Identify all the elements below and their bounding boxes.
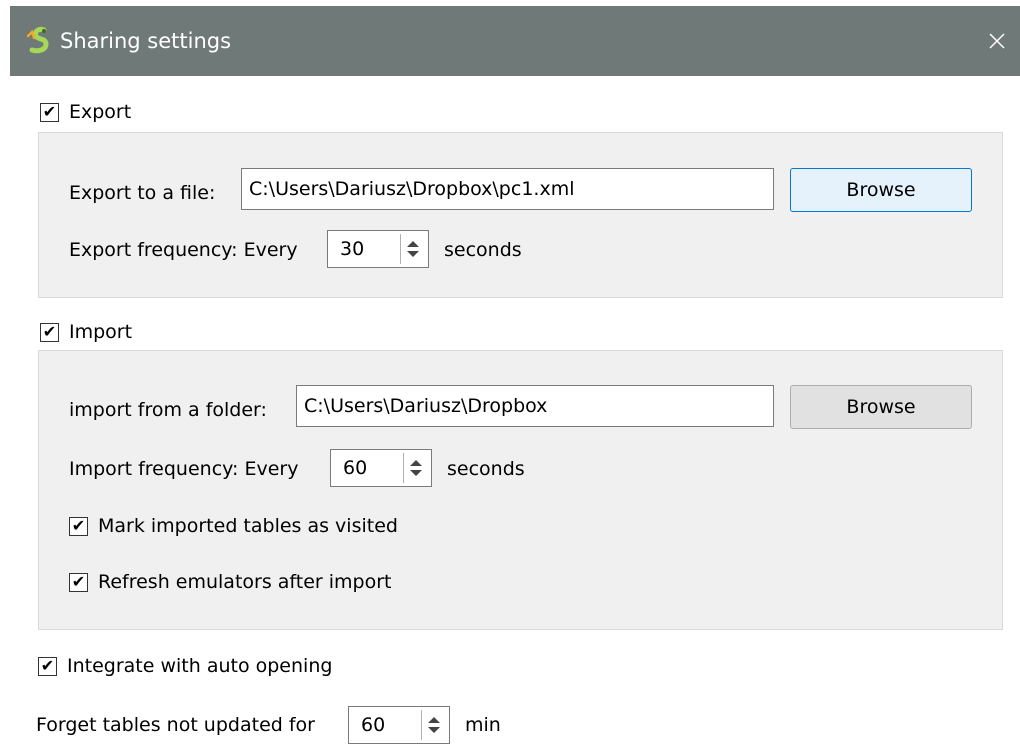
import-frequency-label: Import frequency: Every bbox=[69, 458, 299, 480]
forget-tables-label: Forget tables not updated for bbox=[36, 714, 315, 736]
spin-arrows-icon[interactable] bbox=[425, 715, 443, 735]
export-checkbox[interactable]: ✔ Export bbox=[40, 101, 131, 123]
import-folder-label: import from a folder: bbox=[69, 399, 267, 421]
import-frequency-spinbox[interactable]: 60 bbox=[330, 449, 432, 487]
import-group: import from a folder: C:\Users\Dariusz\D… bbox=[38, 350, 1003, 630]
export-frequency-label: Export frequency: Every bbox=[69, 239, 298, 261]
refresh-emulators-checkbox[interactable]: ✔ Refresh emulators after import bbox=[69, 571, 392, 593]
auto-opening-label: Integrate with auto opening bbox=[67, 655, 333, 677]
auto-opening-checkbox[interactable]: ✔ Integrate with auto opening bbox=[38, 655, 332, 677]
import-folder-input[interactable]: C:\Users\Dariusz\Dropbox bbox=[296, 385, 774, 427]
close-icon bbox=[989, 33, 1005, 49]
sharing-settings-dialog: Sharing settings ✔ Export Export to a fi… bbox=[10, 6, 1020, 752]
export-file-label: Export to a file: bbox=[69, 182, 216, 204]
import-frequency-unit: seconds bbox=[447, 458, 525, 480]
spin-arrows-icon[interactable] bbox=[407, 458, 425, 478]
window-title: Sharing settings bbox=[60, 29, 232, 53]
export-browse-button[interactable]: Browse bbox=[790, 168, 972, 212]
export-frequency-unit: seconds bbox=[444, 239, 522, 261]
import-checkbox-label: Import bbox=[69, 321, 133, 343]
auto-opening-checkbox-box[interactable]: ✔ bbox=[38, 656, 57, 676]
forget-tables-spinbox[interactable]: 60 bbox=[348, 706, 450, 744]
import-checkbox-box[interactable]: ✔ bbox=[40, 322, 59, 342]
forget-tables-unit: min bbox=[465, 714, 501, 736]
refresh-emulators-label: Refresh emulators after import bbox=[98, 571, 392, 593]
export-file-input[interactable]: C:\Users\Dariusz\Dropbox\pc1.xml bbox=[241, 168, 774, 210]
export-checkbox-box[interactable]: ✔ bbox=[40, 102, 59, 122]
refresh-emulators-checkbox-box[interactable]: ✔ bbox=[69, 572, 88, 592]
spin-arrows-icon[interactable] bbox=[404, 239, 422, 259]
snake-app-icon bbox=[26, 27, 49, 54]
import-browse-button[interactable]: Browse bbox=[790, 385, 972, 429]
mark-visited-checkbox-box[interactable]: ✔ bbox=[69, 516, 88, 536]
import-checkbox[interactable]: ✔ Import bbox=[40, 321, 132, 343]
mark-visited-label: Mark imported tables as visited bbox=[98, 515, 398, 537]
title-bar: Sharing settings bbox=[10, 6, 1020, 76]
close-button[interactable] bbox=[974, 6, 1020, 76]
export-group: Export to a file: C:\Users\Dariusz\Dropb… bbox=[38, 132, 1003, 298]
mark-visited-checkbox[interactable]: ✔ Mark imported tables as visited bbox=[69, 515, 398, 537]
export-checkbox-label: Export bbox=[69, 101, 132, 123]
export-frequency-spinbox[interactable]: 30 bbox=[327, 230, 429, 268]
